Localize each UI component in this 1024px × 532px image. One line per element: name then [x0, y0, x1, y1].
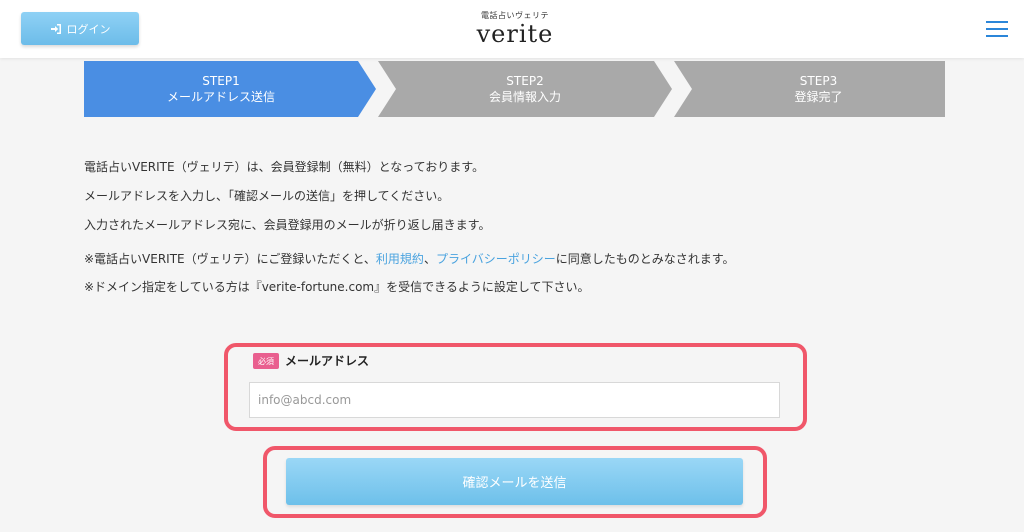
agreement-note: ※電話占いVERITE（ヴェリテ）にご登録いただくと、利用規約、プライバシーポリ…	[84, 252, 944, 280]
agreement-prefix: ※電話占いVERITE（ヴェリテ）にご登録いただくと、	[84, 252, 376, 266]
step-2: STEP2 会員情報入力	[378, 61, 672, 117]
step-3-number: STEP3	[799, 74, 838, 88]
domain-note: ※ドメイン指定をしている方は『verite-fortune.com』を受信できる…	[84, 280, 590, 294]
step-1-number: STEP1	[202, 74, 240, 88]
intro-line-2: メールアドレスを入力し、「確認メールの送信」を押してください。	[84, 189, 450, 203]
login-label: ログイン	[66, 22, 111, 36]
send-confirmation-email-button[interactable]: 確認メールを送信	[286, 458, 743, 505]
notes: ※電話占いVERITE（ヴェリテ）にご登録いただくと、利用規約、プライバシーポリ…	[84, 252, 944, 308]
intro-text: 電話占いVERITE（ヴェリテ）は、会員登録制（無料）となっております。 メール…	[84, 160, 944, 247]
agreement-separator: 、	[423, 252, 436, 266]
step-2-number: STEP2	[506, 74, 544, 88]
sign-in-icon	[50, 23, 61, 34]
site-header: ログイン 電話占いヴェリテ verite	[0, 0, 1024, 58]
privacy-policy-link[interactable]: プライバシーポリシー	[436, 252, 556, 266]
step-3-label: 登録完了	[794, 90, 843, 104]
site-logo[interactable]: 電話占いヴェリテ verite	[470, 10, 560, 46]
registration-steps: STEP1 メールアドレス送信 STEP2 会員情報入力 STEP3 登録完了	[84, 61, 945, 117]
login-button[interactable]: ログイン	[21, 12, 139, 45]
email-input[interactable]	[249, 382, 780, 418]
step-3: STEP3 登録完了	[674, 61, 945, 117]
logo-wordmark: verite	[476, 20, 554, 48]
intro-line-1: 電話占いVERITE（ヴェリテ）は、会員登録制（無料）となっております。	[84, 160, 485, 174]
step-2-label: 会員情報入力	[488, 90, 561, 104]
email-label: メールアドレス	[285, 354, 370, 368]
hamburger-menu-icon[interactable]	[986, 21, 1008, 37]
intro-line-3: 入力されたメールアドレス宛に、会員登録用のメールが折り返し届きます。	[84, 218, 491, 232]
terms-link[interactable]: 利用規約	[376, 252, 424, 266]
step-1-label: メールアドレス送信	[166, 90, 275, 104]
agreement-suffix: に同意したものとみなされます。	[555, 252, 735, 266]
step-1: STEP1 メールアドレス送信	[84, 61, 376, 117]
required-badge: 必須	[253, 353, 279, 369]
